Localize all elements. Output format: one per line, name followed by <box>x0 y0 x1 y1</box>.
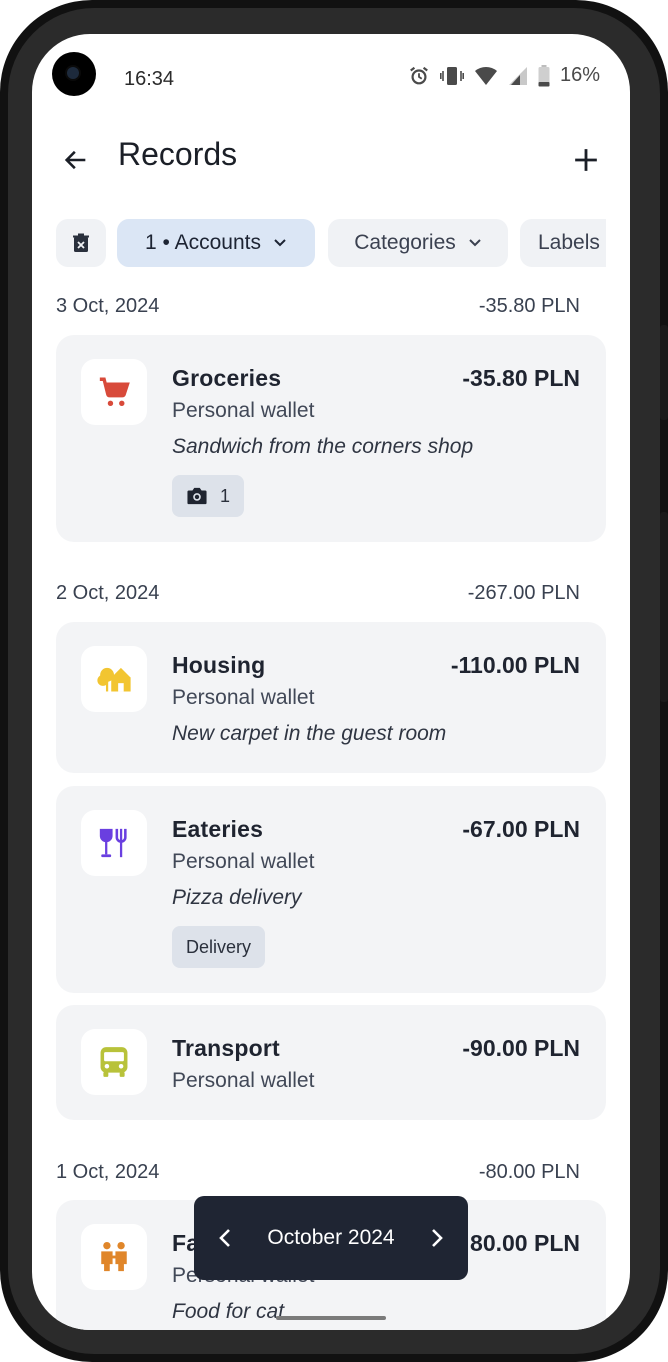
month-navigator: October 2024 <box>194 1196 468 1280</box>
wifi-icon <box>474 66 497 85</box>
record-amount: -35.80 PLN <box>462 365 580 391</box>
attachment-badge[interactable]: 1 <box>172 475 245 517</box>
day-total: -35.80 PLN <box>478 295 580 317</box>
clear-filters-icon <box>73 233 89 252</box>
category-icon-box <box>81 810 147 876</box>
camera-icon <box>187 487 207 505</box>
day-header: 3 Oct, 2024 -35.80 PLN <box>56 295 580 325</box>
day-header: 2 Oct, 2024 -267.00 PLN <box>56 582 580 612</box>
record-wallet: Personal wallet <box>172 686 315 709</box>
chip-categories-label: Categories <box>354 231 456 254</box>
chevron-right-icon <box>432 1229 443 1247</box>
plus-icon <box>575 149 597 171</box>
category-icon-box <box>81 1029 147 1095</box>
day-header: 1 Oct, 2024 -80.00 PLN <box>56 1161 580 1191</box>
record-category: Eateries <box>172 816 264 842</box>
record-amount: -90.00 PLN <box>462 1035 580 1061</box>
page-title: Records <box>118 136 238 172</box>
category-icon-box <box>81 646 147 712</box>
record-note: Sandwich from the corners shop <box>172 435 474 458</box>
record-wallet: Personal wallet <box>172 1069 315 1092</box>
category-icon-box <box>81 1224 147 1290</box>
chevron-left-icon <box>219 1229 230 1247</box>
add-record-button[interactable] <box>566 140 606 180</box>
day-total: -267.00 PLN <box>467 582 580 604</box>
front-camera <box>52 52 96 96</box>
next-month-button[interactable] <box>430 1227 444 1249</box>
category-icon-box <box>81 359 147 425</box>
record-note: New carpet in the guest room <box>172 722 447 745</box>
vibrate-icon <box>439 66 464 85</box>
record-card[interactable]: Groceries -35.80 PLN Personal wallet San… <box>56 335 606 542</box>
chip-accounts[interactable]: 1 • Accounts <box>117 219 315 267</box>
family-icon <box>101 1241 127 1272</box>
record-category: Groceries <box>172 365 282 391</box>
volume-button <box>660 325 668 420</box>
record-amount: -67.00 PLN <box>462 816 580 842</box>
battery-icon <box>538 64 550 86</box>
day-date: 2 Oct, 2024 <box>56 582 160 604</box>
filter-chips: 1 • Accounts Categories Labels <box>56 219 606 269</box>
screen: 16:34 16% Records 1 • Accounts Categorie… <box>32 34 630 1330</box>
record-wallet: Personal wallet <box>172 399 315 422</box>
signal-icon <box>508 66 527 85</box>
bus-icon <box>100 1047 128 1077</box>
status-time: 16:34 <box>124 68 175 90</box>
home-indicator[interactable] <box>276 1316 386 1320</box>
record-note: Food for cat <box>172 1300 285 1323</box>
chip-categories[interactable]: Categories <box>328 219 508 267</box>
day-date: 1 Oct, 2024 <box>56 1161 160 1183</box>
month-label[interactable]: October 2024 <box>267 1226 394 1250</box>
record-wallet: Personal wallet <box>172 850 315 873</box>
record-note: Pizza delivery <box>172 886 302 909</box>
arrow-left-icon <box>64 150 86 170</box>
record-card[interactable]: Transport -90.00 PLN Personal wallet <box>56 1005 606 1120</box>
day-date: 3 Oct, 2024 <box>56 295 160 317</box>
back-button[interactable] <box>56 140 96 180</box>
record-card[interactable]: Eateries -67.00 PLN Personal wallet Pizz… <box>56 786 606 993</box>
app-bar: Records <box>32 130 630 194</box>
record-amount: 80.00 PLN <box>470 1230 580 1256</box>
battery-percent: 16% <box>559 64 600 86</box>
phone-frame: 16:34 16% Records 1 • Accounts Categorie… <box>0 0 668 1362</box>
record-category: Transport <box>172 1035 280 1061</box>
attachment-count: 1 <box>220 485 231 506</box>
chevron-down-icon <box>468 238 482 248</box>
chip-labels[interactable]: Labels <box>520 219 606 267</box>
power-button <box>660 512 668 702</box>
status-icons: 16% <box>408 64 600 87</box>
record-card[interactable]: Housing -110.00 PLN Personal wallet New … <box>56 622 606 773</box>
chevron-down-icon <box>273 238 287 248</box>
day-total: -80.00 PLN <box>478 1161 580 1183</box>
chip-labels-label: Labels <box>538 231 600 254</box>
cart-icon <box>99 377 130 407</box>
clear-filters-button[interactable] <box>56 219 106 267</box>
house-tree-icon <box>97 667 131 692</box>
chip-accounts-label: 1 • Accounts <box>145 231 261 254</box>
record-category: Housing <box>172 652 266 678</box>
alarm-icon <box>410 66 428 84</box>
record-tag[interactable]: Delivery <box>172 926 266 968</box>
prev-month-button[interactable] <box>218 1227 232 1249</box>
fork-glass-icon <box>99 828 127 858</box>
record-amount: -110.00 PLN <box>450 652 580 678</box>
